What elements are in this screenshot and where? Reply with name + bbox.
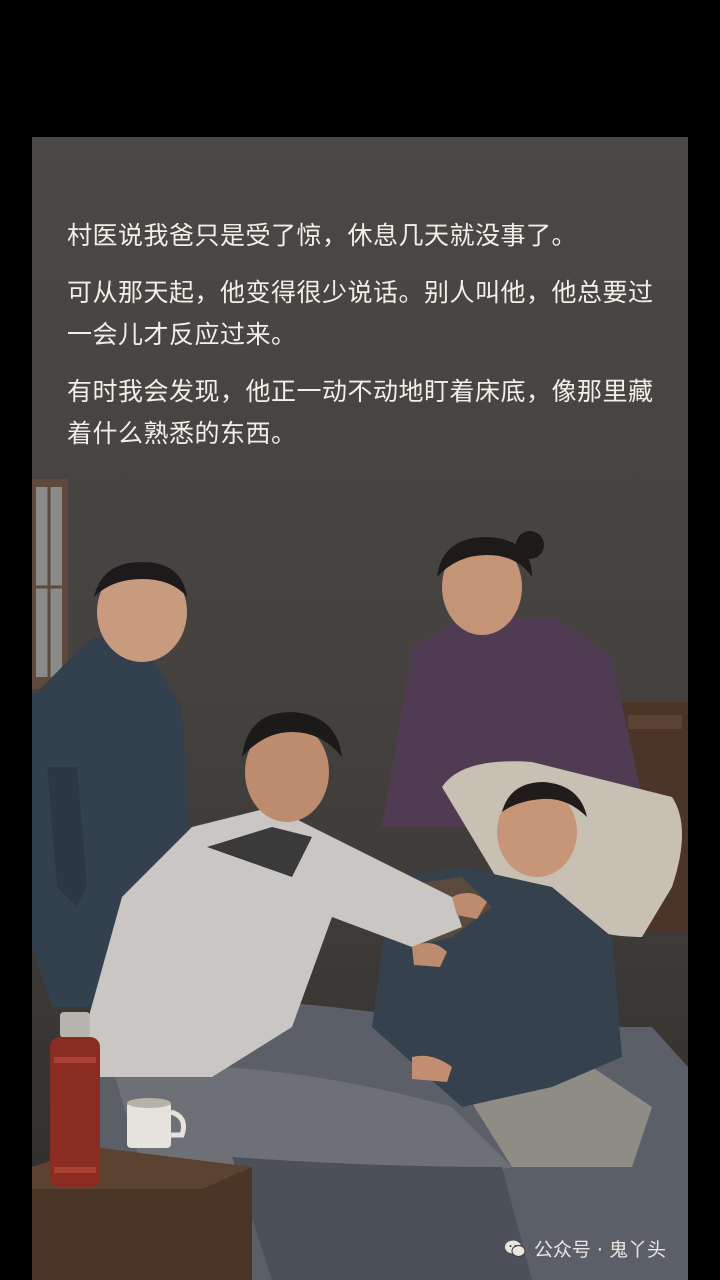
wechat-icon bbox=[504, 1240, 526, 1257]
narration-line-3: 有时我会发现，他正一动不动地盯着床底，像那里藏着什么熟悉的东西。 bbox=[67, 377, 654, 448]
narration-line-1: 村医说我爸只是受了惊，休息几天就没事了。 bbox=[67, 221, 578, 250]
comic-page: 村医说我爸只是受了惊，休息几天就没事了。 可从那天起，他变得很少说话。别人叫他，… bbox=[0, 0, 720, 1280]
thermos-flask-icon bbox=[50, 1012, 100, 1187]
watermark: 公众号 · 鬼丫头 bbox=[504, 1235, 666, 1262]
bedside-scene-illustration bbox=[32, 479, 688, 1280]
narration-caption: 村医说我爸只是受了惊，休息几天就没事了。 可从那天起，他变得很少说话。别人叫他，… bbox=[67, 215, 667, 470]
window bbox=[32, 479, 68, 689]
narration-line-2: 可从那天起，他变得很少说话。别人叫他，他总要过一会儿才反应过来。 bbox=[67, 278, 654, 349]
watermark-text: 公众号 · 鬼丫头 bbox=[533, 1239, 666, 1261]
comic-panel: 村医说我爸只是受了惊，休息几天就没事了。 可从那天起，他变得很少说话。别人叫他，… bbox=[32, 137, 688, 1280]
